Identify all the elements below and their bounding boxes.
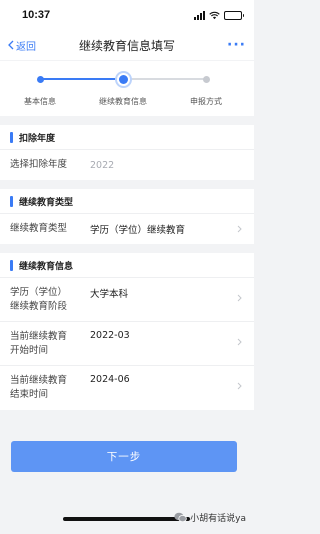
section-deduction-year: 扣除年度 选择扣除年度 2022 [0, 125, 254, 180]
status-time: 10:37 [22, 9, 51, 21]
status-bar: 10:37 [0, 0, 254, 30]
step-pending-dot [202, 75, 210, 83]
status-icons [194, 10, 244, 20]
education-stage-value: 大学本科 [90, 289, 129, 300]
field-label: 继续教育类型 [10, 223, 68, 234]
section-accent-bar [10, 195, 13, 207]
step-education-info: 继续教育信息 [78, 61, 168, 107]
field-label: 学历（学位） 继续教育阶段 [10, 286, 90, 314]
field-label-line: 继续教育阶段 [10, 300, 68, 312]
chevron-right-icon [237, 294, 242, 302]
field-label-line: 学历（学位） [10, 286, 68, 298]
section-accent-bar [10, 259, 13, 271]
deduction-year-selector[interactable]: 选择扣除年度 2022 [0, 150, 254, 180]
step-label: 申报方式 [190, 97, 222, 106]
deduction-year-value: 2022 [90, 159, 115, 171]
home-indicator [63, 517, 190, 521]
back-label: 返回 [16, 41, 36, 53]
wifi-icon [209, 11, 220, 19]
field-label: 选择扣除年度 [10, 159, 68, 170]
step-label: 基本信息 [24, 97, 56, 106]
field-label-line: 开始时间 [10, 344, 49, 356]
section-header: 继续教育类型 [0, 189, 254, 214]
page-title: 继续教育信息填写 [78, 38, 175, 53]
start-date-value: 2022-03 [90, 330, 130, 341]
watermark-text: 小胡有话说ya [190, 514, 246, 524]
section-header: 继续教育信息 [0, 253, 254, 278]
step-current-dot [118, 74, 128, 84]
section-header: 扣除年度 [0, 125, 254, 150]
cellular-signal-icon [194, 10, 205, 20]
chevron-left-icon [8, 40, 14, 50]
wechat-logo-icon [174, 512, 187, 523]
education-type-selector[interactable]: 继续教育类型 学历（学位）继续教育 [0, 214, 254, 244]
end-date-value: 2024-06 [90, 374, 130, 385]
field-label-line: 当前继续教育 [10, 330, 68, 342]
field-label-line: 当前继续教育 [10, 375, 68, 386]
step-basic-info: 基本信息 [0, 61, 85, 107]
education-type-value: 学历（学位）继续教育 [90, 225, 186, 236]
navigation-bar: 返回 继续教育信息填写 ··· [0, 30, 254, 60]
start-date-selector[interactable]: 当前继续教育 开始时间 2022-03 [0, 322, 254, 366]
step-label: 继续教育信息 [99, 97, 147, 106]
section-education-info: 继续教育信息 学历（学位） 继续教育阶段 大学本科 当前继续教育 开始时间 2022… [0, 253, 254, 410]
watermark: 小胡有话说ya [174, 511, 246, 524]
section-title: 继续教育类型 [19, 197, 74, 208]
field-label: 当前继续教育 开始时间 [10, 330, 90, 358]
progress-stepper: 基本信息 继续教育信息 申报方式 [0, 61, 254, 116]
more-options-icon[interactable]: ··· [227, 38, 246, 52]
chevron-right-icon [237, 382, 242, 390]
next-step-button[interactable]: 下一步 [11, 441, 237, 472]
battery-icon [224, 10, 244, 20]
section-education-type: 继续教育类型 继续教育类型 学历（学位）继续教育 [0, 189, 254, 244]
chevron-right-icon [237, 225, 242, 233]
field-label-line: 结束时间 [10, 389, 49, 400]
field-label: 当前继续教育 结束时间 [10, 374, 90, 402]
section-title: 继续教育信息 [19, 261, 74, 272]
section-title: 扣除年度 [19, 133, 56, 144]
end-date-selector[interactable]: 当前继续教育 结束时间 2024-06 [0, 366, 254, 410]
section-accent-bar [10, 131, 13, 143]
step-filing-method: 申报方式 [161, 61, 251, 107]
education-stage-selector[interactable]: 学历（学位） 继续教育阶段 大学本科 [0, 278, 254, 322]
step-done-dot [36, 75, 44, 83]
back-button[interactable]: 返回 [8, 38, 36, 53]
chevron-right-icon [237, 338, 242, 346]
